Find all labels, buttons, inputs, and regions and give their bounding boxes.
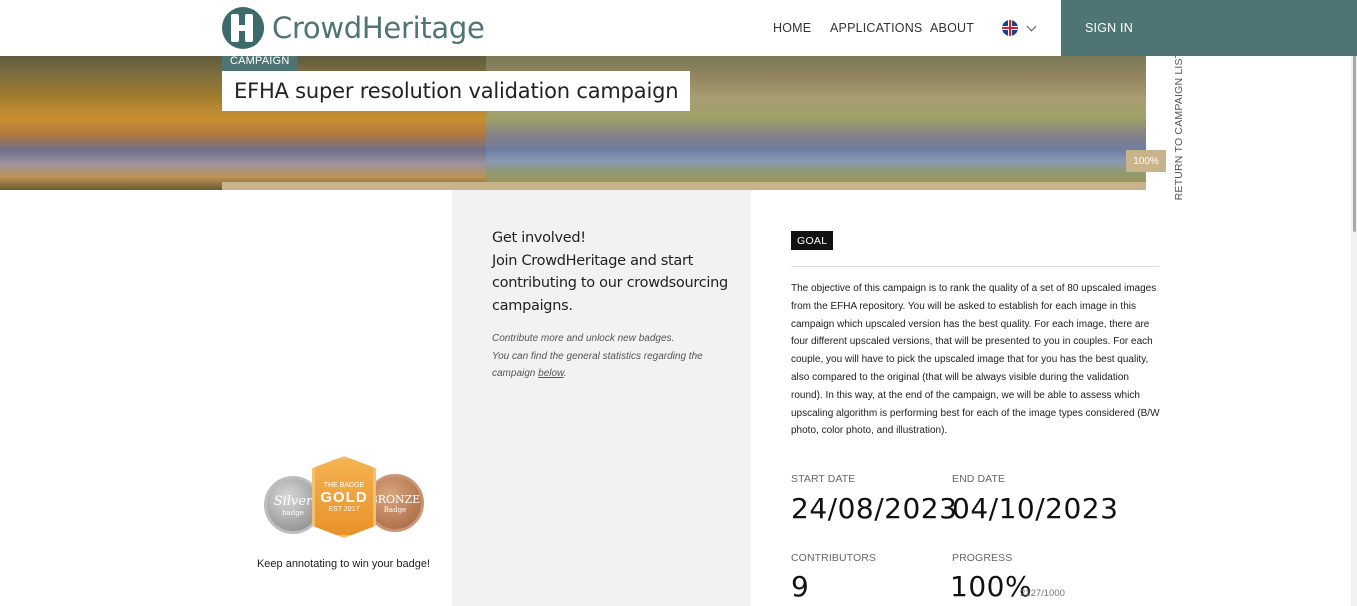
uk-flag-icon: [1002, 20, 1018, 36]
end-date-value: 04/10/2023: [952, 492, 1119, 525]
badges-illustration: Silver badge BRONZE Badge THE BADGE GOLD…: [262, 456, 426, 540]
nav-about[interactable]: ABOUT: [930, 0, 974, 56]
sign-in-button[interactable]: SIGN IN: [1061, 0, 1357, 56]
statistics-below-link[interactable]: below: [538, 368, 564, 379]
progress-label: PROGRESS: [952, 552, 1013, 564]
site-header: CrowdHeritage HOME APPLICATIONS ABOUT SI…: [0, 0, 1357, 56]
site-logo[interactable]: CrowdHeritage: [222, 6, 485, 50]
divider: [791, 266, 1159, 267]
start-date-value: 24/08/2023: [791, 492, 958, 525]
goal-tag: GOAL: [791, 231, 834, 250]
chevron-down-icon: [1026, 21, 1037, 31]
campaign-title: EFHA super resolution validation campaig…: [222, 71, 691, 111]
start-date-label: START DATE: [791, 473, 856, 485]
language-selector[interactable]: [1002, 20, 1037, 36]
return-to-campaign-list-link[interactable]: RETURN TO CAMPAIGN LIST: [1167, 51, 1187, 201]
end-date-label: END DATE: [952, 473, 1006, 485]
campaign-progress-bar: [222, 182, 1146, 190]
badge-caption: Keep annotating to win your badge!: [256, 558, 431, 570]
get-involved-body: Join CrowdHeritage and start contributin…: [492, 252, 728, 314]
progress-detail: 2127/1000: [1020, 588, 1065, 599]
badge-unlock-note: Contribute more and unlock new badges. Y…: [492, 333, 703, 379]
campaign-progress-label: 100%: [1126, 150, 1166, 172]
campaign-progress-fill: [222, 182, 1146, 190]
contributors-value: 9: [791, 570, 810, 603]
nav-applications[interactable]: APPLICATIONS: [830, 0, 922, 56]
goal-description: The objective of this campaign is to ran…: [791, 283, 1160, 437]
contributors-label: CONTRIBUTORS: [791, 552, 877, 564]
get-involved-text: Get involved! Join CrowdHeritage and sta…: [492, 227, 732, 317]
nav-home[interactable]: HOME: [773, 0, 811, 56]
return-link-label: RETURN TO CAMPAIGN LIST: [1173, 51, 1185, 201]
logo-icon: [222, 7, 264, 49]
get-involved-heading: Get involved!: [492, 230, 586, 246]
scrollbar-thumb[interactable]: [1353, 36, 1356, 232]
gold-badge-icon: THE BADGE GOLD EST 2017: [312, 456, 376, 538]
logo-text: CrowdHeritage: [272, 11, 485, 45]
